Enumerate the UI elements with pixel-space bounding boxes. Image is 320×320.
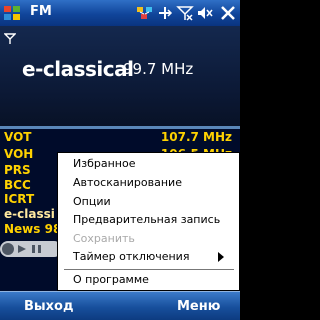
station-row-name: VOH (4, 147, 34, 161)
station-row-name: e-classi (4, 207, 55, 221)
station-row-name: VOT (4, 130, 32, 144)
softkey-bar: Выход Меню (0, 291, 240, 320)
antenna-icon (4, 33, 16, 44)
menu-item-favorites[interactable]: Избранное (73, 157, 135, 170)
exit-softkey[interactable]: Выход (24, 299, 73, 314)
station-row-name: News 98 (4, 222, 62, 236)
current-station-name: e-classical (22, 57, 134, 81)
submenu-arrow-icon (218, 252, 224, 262)
close-icon[interactable] (219, 4, 237, 22)
menu-item-options[interactable]: Опции (73, 195, 111, 208)
network-icon[interactable] (136, 4, 154, 22)
current-frequency: 99.7 MHz (123, 60, 194, 78)
app-title: FM (30, 4, 52, 19)
now-playing-panel: e-classical 99.7 MHz (0, 26, 240, 126)
menu-item-save: Сохранить (73, 232, 135, 245)
station-row-name: PRS (4, 163, 31, 177)
windows-start-icon[interactable] (2, 3, 22, 23)
station-row-name: ICRT (4, 192, 35, 206)
menu-softkey[interactable]: Меню (177, 299, 220, 314)
station-row-name: BCC (4, 178, 31, 192)
menu-divider (64, 269, 234, 270)
player-controls[interactable] (0, 237, 62, 261)
menu-item-sleep-timer[interactable]: Таймер отключения (73, 250, 189, 263)
menu-item-presets[interactable]: Предварительная запись (73, 213, 220, 226)
title-bar: FM (0, 0, 240, 26)
menu-item-autoscan[interactable]: Автосканирование (73, 176, 182, 189)
sync-icon[interactable] (156, 4, 174, 22)
context-menu: Избранное Автосканирование Опции Предвар… (57, 152, 240, 291)
signal-off-icon[interactable] (176, 4, 194, 22)
station-row-freq: 107.7 MHz (160, 130, 232, 144)
menu-item-about[interactable]: О программе (73, 273, 149, 286)
volume-mute-icon[interactable] (196, 4, 214, 22)
station-row[interactable]: VOT 107.7 MHz (0, 130, 240, 144)
